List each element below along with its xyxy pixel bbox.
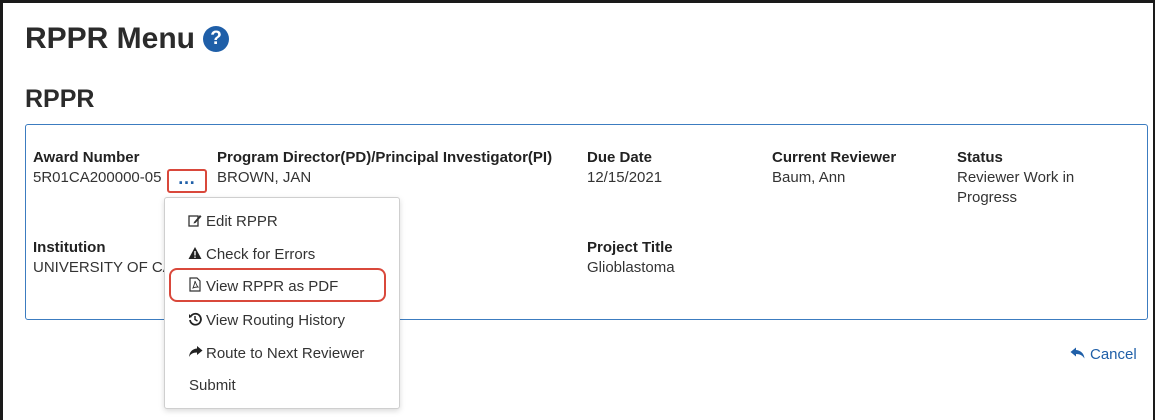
cancel-link[interactable]: Cancel (1070, 346, 1137, 363)
menu-item-label: Route to Next Reviewer (206, 344, 365, 362)
project-title-label: Project Title (587, 239, 673, 256)
reply-icon (1070, 346, 1085, 363)
menu-item-label: Submit (189, 376, 236, 394)
page-title-text: RPPR Menu (25, 22, 196, 55)
status-value: Reviewer Work in Progress (957, 169, 1075, 206)
due-date-column: Due Date 12/15/2021 (587, 148, 662, 188)
menu-item-view-routing-history[interactable]: View Routing History (165, 305, 401, 335)
pdf-icon (188, 277, 206, 295)
status-column: Status Reviewer Work in Progress (957, 148, 1127, 208)
ellipsis-icon: … (177, 168, 197, 188)
award-number-column: Award Number 5R01CA200000-05 (33, 148, 161, 188)
menu-item-label: Edit RPPR (206, 212, 278, 230)
warning-icon (188, 246, 206, 263)
pd-pi-value: BROWN, JAN (217, 169, 312, 186)
page-title: RPPR Menu ? (25, 22, 230, 56)
pd-pi-label: Program Director(PD)/Principal Investiga… (217, 149, 553, 166)
more-actions-button[interactable]: … (167, 169, 207, 193)
share-icon (188, 345, 206, 361)
menu-item-check-for-errors[interactable]: Check for Errors (165, 239, 401, 269)
award-number-label: Award Number (33, 149, 140, 166)
project-title-column: Project Title Glioblastoma (587, 238, 675, 278)
institution-label: Institution (33, 239, 106, 256)
pd-pi-column: Program Director(PD)/Principal Investiga… (217, 148, 552, 188)
institution-value: UNIVERSITY OF CA (33, 259, 173, 276)
current-reviewer-column: Current Reviewer Baum, Ann (772, 148, 896, 188)
status-label: Status (957, 149, 1003, 166)
menu-item-label: View Routing History (206, 311, 345, 329)
menu-item-label: View RPPR as PDF (206, 277, 339, 295)
due-date-label: Due Date (587, 149, 653, 166)
institution-column: Institution UNIVERSITY OF CA (33, 238, 173, 278)
menu-item-submit[interactable]: Submit (165, 370, 401, 400)
award-number-value: 5R01CA200000-05 (33, 169, 162, 186)
due-date-value: 12/15/2021 (587, 169, 663, 186)
current-reviewer-label: Current Reviewer (772, 149, 897, 166)
actions-dropdown-menu: Edit RPPR Check for Errors View RPPR as … (164, 197, 400, 409)
history-icon (188, 312, 206, 329)
menu-item-route-to-next-reviewer[interactable]: Route to Next Reviewer (165, 338, 401, 368)
edit-icon (188, 213, 206, 230)
cancel-label: Cancel (1090, 346, 1137, 363)
menu-item-label: Check for Errors (206, 245, 316, 263)
question-circle-icon[interactable]: ? (203, 26, 230, 52)
menu-item-view-rppr-as-pdf[interactable]: View RPPR as PDF (165, 271, 401, 301)
project-title-value: Glioblastoma (587, 259, 675, 276)
section-title: RPPR (25, 85, 95, 113)
menu-item-edit-rppr[interactable]: Edit RPPR (165, 206, 401, 236)
current-reviewer-value: Baum, Ann (772, 169, 846, 186)
